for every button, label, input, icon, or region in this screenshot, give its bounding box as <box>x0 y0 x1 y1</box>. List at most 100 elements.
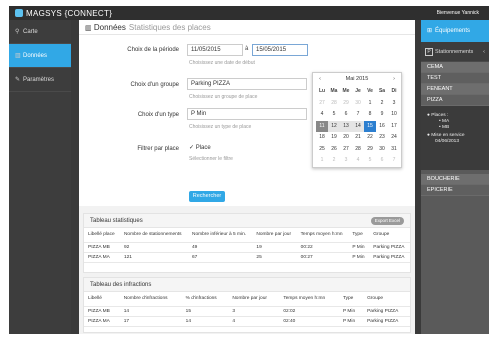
calendar-header: ‹ Mai 2015 › <box>313 73 401 85</box>
calendar-day[interactable]: 3 <box>388 98 400 110</box>
calendar-day[interactable]: 25 <box>316 144 328 156</box>
calendar-day[interactable]: 1 <box>364 98 376 110</box>
group-select[interactable]: Parking PIZZA <box>187 78 307 90</box>
table-cell: 67 <box>187 252 253 263</box>
calendar-day[interactable]: 3 <box>340 155 352 167</box>
table-header-cell: Nombre de stationnements <box>119 228 188 243</box>
table-header-cell: Libellé <box>84 292 120 307</box>
parking-icon: P <box>425 47 433 56</box>
calendar-day[interactable]: 28 <box>352 144 364 156</box>
station-item-cema[interactable]: CEMA <box>421 62 489 73</box>
calendar-day[interactable]: 17 <box>388 121 400 133</box>
calendar-day[interactable]: 15 <box>364 120 376 132</box>
nav-item-parametres[interactable]: ✎ Paramètres <box>9 68 71 92</box>
calendar-day[interactable]: 23 <box>376 132 388 144</box>
table-cell: 49 <box>187 242 253 253</box>
calendar-day[interactable]: 11 <box>316 120 328 132</box>
table-cell: 25 <box>252 252 297 263</box>
calendar-day[interactable]: 5 <box>364 155 376 167</box>
table-cell: PIZZA MB <box>84 242 120 253</box>
table-header-cell: Type <box>348 228 370 243</box>
brand-name: MAGSYS <box>26 9 63 18</box>
calendar-next-icon[interactable]: › <box>389 73 399 85</box>
calendar-day[interactable]: 6 <box>376 155 388 167</box>
top-bar: MAGSYS {CONNECT} Bienvenue Yannick <box>9 6 489 20</box>
calendar-day[interactable]: 20 <box>340 132 352 144</box>
stations-header[interactable]: P Stationnements ‹ <box>421 42 489 62</box>
calendar-day[interactable]: 1 <box>316 155 328 167</box>
nav-item-carte[interactable]: ⚲ Carte <box>9 20 71 44</box>
calendar-day[interactable]: 7 <box>388 155 400 167</box>
table-header-cell: Temps moyen h:mn <box>279 292 339 307</box>
station-detail: ● Places : • MA • MB ● Mise en service 0… <box>421 106 489 170</box>
service-label: Mise en service <box>431 133 465 138</box>
calendar-day[interactable]: 8 <box>364 109 376 121</box>
calendar-day[interactable]: 12 <box>328 120 340 132</box>
calendar-day[interactable]: 24 <box>388 132 400 144</box>
search-button[interactable]: Rechercher <box>189 191 225 202</box>
calendar-day[interactable]: 29 <box>340 98 352 110</box>
calendar-day[interactable]: 30 <box>376 144 388 156</box>
table-cell: P Min <box>338 306 364 317</box>
calendar-day[interactable]: 5 <box>328 109 340 121</box>
table-header-cell: Nombre par jour <box>252 228 297 243</box>
calendar-day[interactable]: 4 <box>352 155 364 167</box>
calendar-day[interactable]: 7 <box>352 109 364 121</box>
calendar-day[interactable]: 9 <box>376 109 388 121</box>
table-row: PIZZA MA 17 14 4 02:40 P Min Parking PIZZA <box>84 316 410 327</box>
calendar-day[interactable]: 2 <box>328 155 340 167</box>
calendar-day[interactable]: 30 <box>352 98 364 110</box>
place-checkbox[interactable]: ✓ Place <box>189 144 211 151</box>
date-end-input[interactable]: 15/05/2015 <box>252 44 308 56</box>
calendar-day[interactable]: 10 <box>388 109 400 121</box>
calendar-day[interactable]: 27 <box>316 98 328 110</box>
calendar-day[interactable]: 4 <box>316 109 328 121</box>
calendar-day[interactable]: 19 <box>328 132 340 144</box>
calendar-day[interactable]: 21 <box>352 132 364 144</box>
nav-label-parametres: Paramètres <box>23 77 55 83</box>
table-cell: 00:22 <box>296 242 349 253</box>
brand-logo[interactable]: MAGSYS {CONNECT} <box>15 9 112 18</box>
table-cell: 14 <box>119 306 182 317</box>
calendar-dow: Je <box>355 88 361 94</box>
service-dot-icon: ● <box>427 133 430 138</box>
infractions-table: Libellé Nombre d'infractions% d'infractio… <box>84 292 410 327</box>
calendar-day[interactable]: 27 <box>340 144 352 156</box>
main-content: ▥ Données Statistiques des places Choix d… <box>79 20 415 334</box>
place-ma: MA <box>442 119 450 124</box>
export-excel-button[interactable]: Export Excel <box>370 217 404 225</box>
calendar-day[interactable]: 6 <box>340 109 352 121</box>
equipments-label: Équipements <box>435 28 471 34</box>
calendar-day[interactable]: 26 <box>328 144 340 156</box>
group-help: Choisissez un groupe de place <box>189 94 258 100</box>
type-select[interactable]: P Min <box>187 108 307 120</box>
calendar-month[interactable]: Mai 2015 <box>346 76 369 82</box>
date-separator: à <box>245 46 249 52</box>
calendar-prev-icon[interactable]: ‹ <box>315 73 325 85</box>
station-item-pizza[interactable]: PIZZA <box>421 95 489 106</box>
calendar-day[interactable]: 13 <box>340 120 352 132</box>
table-cell: 92 <box>119 242 188 253</box>
station-item-boucherie[interactable]: BOUCHERIE <box>421 174 489 185</box>
nav-item-donnees[interactable]: ▥ Données <box>9 44 71 68</box>
results-area: Tableau statistiques Export Excel Libell… <box>79 206 415 334</box>
station-item-epicerie[interactable]: EPICERIE <box>421 185 489 196</box>
user-greeting[interactable]: Bienvenue Yannick <box>437 10 479 16</box>
calendar-day[interactable]: 31 <box>388 144 400 156</box>
equipments-tab[interactable]: ⊞ Équipements <box>421 20 489 42</box>
station-item-feneant[interactable]: FENEANT <box>421 84 489 95</box>
calendar-day[interactable]: 16 <box>376 121 388 133</box>
table-cell: PIZZA MA <box>84 316 120 327</box>
calendar-day[interactable]: 2 <box>376 98 388 110</box>
stats-panel: Tableau statistiques Export Excel Libell… <box>83 213 411 273</box>
date-start-input[interactable]: 11/05/2015 <box>187 44 243 56</box>
calendar-day[interactable]: 22 <box>364 132 376 144</box>
calendar-day[interactable]: 14 <box>352 120 364 132</box>
calendar-day[interactable]: 28 <box>328 98 340 110</box>
stats-table: Libellé place Nombre de stationnements Nom… <box>84 228 410 263</box>
calendar-day[interactable]: 18 <box>316 132 328 144</box>
calendar-day[interactable]: 29 <box>364 144 376 156</box>
infractions-title-text: Tableau des infractions <box>90 282 152 288</box>
stats-panel-title: Tableau statistiques Export Excel <box>84 214 410 228</box>
station-item-test[interactable]: TEST <box>421 73 489 84</box>
